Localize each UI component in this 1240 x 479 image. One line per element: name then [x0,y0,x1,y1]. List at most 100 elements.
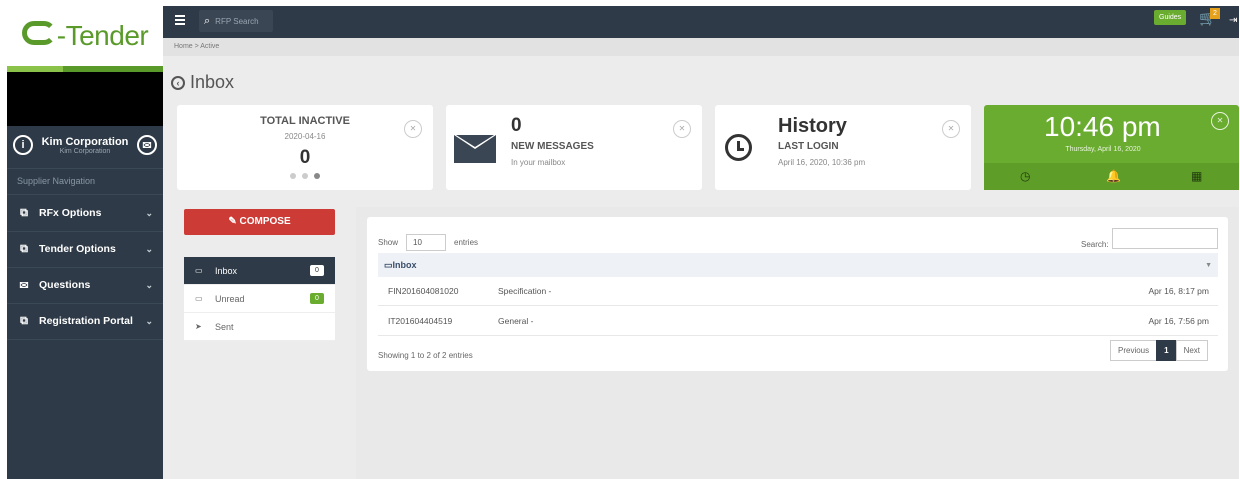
bell-icon[interactable]: 🔔 [1106,169,1121,183]
calendar-icon[interactable]: ▦ [1191,169,1202,183]
mail-icon[interactable]: ✉ [137,135,157,155]
card-value: 0 [299,147,311,168]
chevron-down-icon: ⌄ [145,207,153,218]
sidebar: -Tender i Kim Corporation Kim Corporatio… [7,6,163,479]
card-value: 0 [511,115,522,136]
inbox-icon: ▭ [195,294,203,303]
sidebar-item-label: RFx Options [39,207,102,219]
close-icon[interactable]: ✕ [1211,112,1229,130]
card-label: LAST LOGIN [778,141,839,152]
info-icon[interactable]: i [13,135,33,155]
message-date: Apr 16, 8:17 pm [1148,286,1209,296]
sidebar-item-tender-options[interactable]: ⧉ Tender Options ⌄ [7,231,163,267]
close-icon[interactable]: ✕ [404,120,422,138]
folder-unread[interactable]: ▭ Unread 0 [184,285,335,313]
search-box[interactable]: ⌕ [199,10,273,32]
envelope-icon: ✉ [19,279,29,292]
inbox-table-panel: Show 10 entries Search: ▭ Inbox ▼ FIN201… [367,217,1228,371]
folder-count-badge: 0 [310,293,324,304]
compose-button[interactable]: ✎ COMPOSE [184,209,335,235]
history-card: History LAST LOGIN April 16, 2020, 10:36… [715,105,971,190]
message-id: FIN201604081020 [388,286,459,296]
folder-list: ▭ Inbox 0 ▭ Unread 0 ➤ Sent [184,257,335,341]
send-icon: ➤ [195,322,202,331]
table-header-label: Inbox [392,260,417,270]
sidebar-item-label: Tender Options [39,243,116,255]
chevron-down-icon: ⌄ [145,279,153,290]
page-length-control: Show 10 entries [378,234,478,251]
pagination: Previous 1 Next [1110,340,1209,361]
page-length-select[interactable]: 10 [406,234,447,251]
copy-icon: ⧉ [20,206,28,219]
table-row[interactable]: IT201604404519 General - Apr 16, 7:56 pm [378,307,1218,336]
table-search-input[interactable] [1112,228,1218,249]
carousel-dots[interactable] [177,173,433,179]
search-input[interactable] [215,16,268,26]
close-icon[interactable]: ✕ [673,120,691,138]
edit-icon: ✎ [228,216,240,227]
nav-title: Supplier Navigation [17,176,96,186]
card-title: NEW MESSAGES [511,141,594,152]
page-title-text: Inbox [190,72,235,92]
breadcrumb[interactable]: Home > Active [163,38,1239,56]
user-row: i Kim Corporation Kim Corporation ✉ [7,126,163,164]
logo-mark-icon [21,21,56,45]
total-inactive-card: TOTAL INACTIVE 2020-04-16 0 ✕ [177,105,433,190]
envelope-icon [454,135,496,163]
inbox-icon: ▭ [384,259,393,270]
sidebar-item-questions[interactable]: ✉ Questions ⌄ [7,267,163,303]
folder-count-badge: 0 [310,265,324,276]
divider [7,168,163,169]
new-messages-card: 0 NEW MESSAGES In your mailbox ✕ [446,105,702,190]
card-subtitle: April 16, 2020, 10:36 pm [778,158,866,167]
page-1-button[interactable]: 1 [1156,340,1177,361]
card-title: History [778,115,847,137]
sidebar-item-rfx-options[interactable]: ⧉ RFx Options ⌄ [7,195,163,231]
user-name: Kim Corporation [41,135,129,148]
next-button[interactable]: Next [1175,340,1209,361]
message-id: IT201604404519 [388,316,453,326]
clock-card-toolbar: ◷ 🔔 ▦ [984,163,1239,190]
folder-inbox[interactable]: ▭ Inbox 0 [184,257,335,285]
entries-label: entries [454,238,479,247]
back-icon[interactable]: ‹ [171,75,185,90]
logout-icon[interactable]: ⇥ [1229,15,1237,26]
message-subject: General - [498,316,534,326]
message-subject: Specification - [498,286,552,296]
guides-button[interactable]: Guides [1154,10,1187,25]
sidebar-item-registration-portal[interactable]: ⧉ Registration Portal ⌄ [7,303,163,339]
logo[interactable]: -Tender [7,6,163,66]
sidebar-item-label: Questions [39,279,91,291]
card-subtitle: In your mailbox [511,158,566,167]
menu-icon[interactable] [175,15,185,25]
current-time: 10:46 pm [1044,111,1161,142]
folder-label: Inbox [215,265,238,276]
topbar: ⌕ Guides 🛒 2 ⇥ [163,6,1239,38]
previous-button[interactable]: Previous [1110,340,1158,361]
folder-sent[interactable]: ➤ Sent [184,313,335,341]
message-date: Apr 16, 7:56 pm [1148,316,1209,326]
search-icon: ⌕ [204,14,211,27]
show-label: Show [378,238,399,247]
user-company: Kim Corporation [59,147,111,155]
caret-down-icon: ▼ [1205,261,1212,269]
table-row[interactable]: FIN201604081020 Specification - Apr 16, … [378,277,1218,306]
chevron-down-icon: ⌄ [145,243,153,254]
cart-count-badge: 2 [1210,8,1220,19]
clock-icon [725,134,752,161]
user-info: Kim Corporation Kim Corporation [42,136,129,155]
table-header[interactable]: ▭ Inbox ▼ [378,253,1218,277]
clock-card: 10:46 pm Thursday, April 16, 2020 ✕ ◷ 🔔 … [984,105,1239,190]
page-title: ‹ Inbox [171,72,234,93]
compose-label: COMPOSE [239,216,291,227]
stopwatch-icon[interactable]: ◷ [1020,169,1030,183]
logo-text: -Tender [56,20,149,51]
close-icon[interactable]: ✕ [942,120,960,138]
divider [7,339,163,340]
table-info: Showing 1 to 2 of 2 entries [378,351,473,360]
current-date: Thursday, April 16, 2020 [1065,146,1141,153]
card-date: 2020-04-16 [284,132,326,141]
sidebar-item-label: Registration Portal [39,315,133,327]
chevron-down-icon: ⌄ [145,315,153,326]
copy-icon: ⧉ [20,242,28,255]
